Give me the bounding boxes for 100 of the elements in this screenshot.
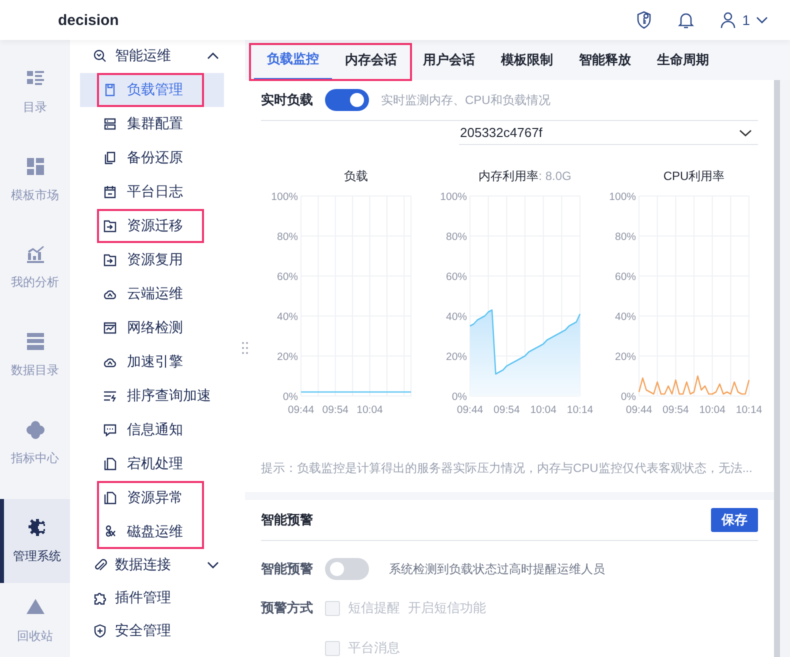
user-menu[interactable]: 1 — [720, 11, 768, 29]
gear-icon — [26, 516, 48, 538]
monitor-icon — [103, 321, 117, 335]
menu-item[interactable]: 加速引擎 — [80, 345, 224, 379]
checkbox-label: 平台消息 — [348, 639, 400, 657]
chevron-up-icon — [207, 52, 219, 60]
chevron-down-icon — [756, 16, 768, 24]
shield-key-icon[interactable] — [636, 11, 652, 29]
node-dropdown[interactable]: 205332c4767f — [459, 121, 758, 145]
toggle-switch[interactable] — [325, 89, 369, 111]
menu-item[interactable]: 资源异常 — [80, 481, 224, 515]
menu-item[interactable]: 资源迁移 — [80, 209, 224, 243]
tip-text: 提示：负载监控是计算得出的服务器实际压力情况，内存与CPU监控仅代表客观状态，无法... — [261, 460, 754, 477]
y-tick-label: 80% — [446, 231, 467, 243]
app-title: decision — [58, 12, 119, 28]
x-tick-label: 10:04 — [356, 404, 383, 416]
menu-item[interactable]: 排序查询加速 — [80, 379, 224, 413]
menu-item[interactable]: 平台日志 — [80, 175, 224, 209]
drag-handle-icon[interactable] — [241, 341, 249, 355]
save-button[interactable]: 保存 — [711, 508, 758, 532]
field-label: 智能预警 — [261, 560, 313, 578]
section-title: 智能预警 — [261, 511, 313, 529]
folder-arrow-icon — [103, 253, 117, 267]
chart-title: CPU利用率 — [663, 169, 725, 183]
tab[interactable]: 内存会话 — [332, 40, 410, 80]
description-text: 实时监测内存、CPU和负载情况 — [381, 92, 550, 108]
y-tick-label: 40% — [614, 311, 636, 323]
user-icon — [720, 11, 736, 29]
x-tick-label: 09:54 — [662, 404, 689, 416]
chat-icon — [103, 423, 117, 437]
list-bolt-icon — [103, 389, 117, 403]
stack-icon — [24, 331, 46, 352]
document-icon — [103, 83, 117, 97]
user-name: 1 — [742, 12, 750, 28]
x-tick-label: 10:14 — [736, 404, 762, 416]
menu-item[interactable]: 资源复用 — [80, 243, 224, 277]
tab[interactable]: 模板限制 — [488, 40, 566, 80]
menu-item[interactable]: 网络检测 — [80, 311, 224, 345]
menu-item[interactable]: 磁盘运维 — [80, 515, 224, 549]
tab[interactable]: 智能释放 — [566, 40, 644, 80]
option-note: 开启短信功能 — [408, 599, 486, 617]
y-tick-label: 20% — [446, 351, 467, 363]
grid-icon — [24, 156, 46, 177]
y-tick-label: 100% — [609, 191, 636, 203]
y-tick-label: 60% — [446, 271, 467, 283]
puzzle-icon — [93, 591, 107, 605]
y-tick-label: 40% — [446, 311, 467, 323]
x-tick-label: 09:44 — [456, 404, 484, 416]
x-tick-label: 10:04 — [530, 404, 556, 416]
chart-title: 内存利用率: 8.0G — [478, 169, 572, 183]
field-label: 实时负载 — [261, 91, 313, 109]
y-tick-label: 20% — [276, 351, 298, 363]
y-tick-label: 80% — [614, 231, 636, 243]
x-tick-label: 09:54 — [494, 404, 520, 416]
menu-group[interactable]: 插件管理 — [80, 581, 224, 615]
x-tick-label: 10:14 — [566, 404, 594, 416]
menu-item[interactable]: 云端运维 — [80, 277, 224, 311]
clover-icon — [24, 418, 46, 440]
y-tick-label: 60% — [276, 271, 298, 283]
menu-item[interactable]: 宕机处理 — [80, 447, 224, 481]
menu-group[interactable]: 安全管理 — [80, 614, 224, 648]
chevron-down-icon — [207, 561, 219, 569]
calendar-icon — [103, 185, 117, 199]
page-icon — [103, 491, 117, 505]
menu-item[interactable]: 备份还原 — [80, 141, 224, 175]
rail-item[interactable]: 管理系统 — [0, 498, 70, 584]
y-tick-label: 0% — [282, 391, 298, 403]
y-tick-label: 60% — [614, 271, 636, 283]
menu-item[interactable]: 信息通知 — [80, 413, 224, 447]
page-icon — [103, 457, 117, 471]
menu-item[interactable]: 集群配置 — [80, 107, 224, 141]
tab[interactable]: 生命周期 — [644, 40, 722, 80]
y-tick-label: 0% — [452, 391, 467, 403]
y-tick-label: 100% — [271, 191, 298, 203]
x-tick-label: 10:04 — [699, 404, 726, 416]
magnifier-icon — [93, 49, 107, 63]
y-tick-label: 80% — [276, 231, 298, 243]
chevron-down-icon — [739, 128, 752, 136]
y-tick-label: 20% — [614, 351, 636, 363]
shield-plus-icon — [93, 624, 107, 638]
bell-icon[interactable] — [678, 11, 694, 29]
tab[interactable]: 用户会话 — [410, 40, 488, 80]
description-text: 系统检测到负载状态过高时提醒运维人员 — [389, 560, 605, 578]
x-tick-label: 09:44 — [288, 404, 314, 416]
y-tick-label: 100% — [440, 191, 467, 203]
toggle-switch[interactable] — [325, 558, 369, 580]
y-tick-label: 40% — [276, 311, 298, 323]
bar-chart-icon — [24, 243, 46, 264]
menu-group[interactable]: 智能运维 — [80, 39, 224, 73]
x-tick-label: 09:44 — [626, 404, 652, 416]
paperclip-icon — [93, 558, 107, 572]
field-label: 预警方式 — [261, 599, 313, 617]
x-tick-label: 09:54 — [322, 404, 349, 416]
chart-title: 负载 — [344, 169, 368, 183]
copy-icon — [103, 151, 117, 165]
y-tick-label: 0% — [620, 391, 636, 403]
checkbox-label: 短信提醒 — [348, 599, 400, 617]
server-icon — [103, 117, 117, 131]
menu-group[interactable]: 数据连接 — [80, 548, 224, 582]
folder-arrow-icon — [103, 219, 117, 233]
